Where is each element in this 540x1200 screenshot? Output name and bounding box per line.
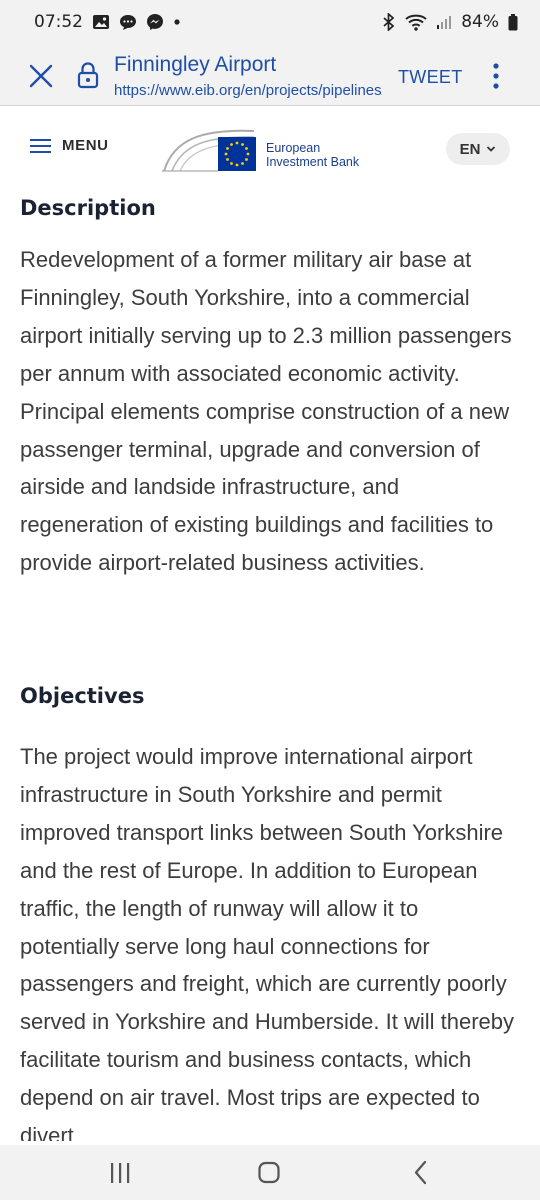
home-icon bbox=[258, 1161, 280, 1184]
language-label: EN bbox=[459, 140, 481, 158]
recent-apps-button[interactable] bbox=[100, 1157, 140, 1189]
site-header: MENU European Investment Bank EN bbox=[0, 107, 540, 187]
page-url[interactable]: https://www.eib.org/en/projects/pipeline… bbox=[114, 82, 382, 99]
logo-line-2: Investment Bank bbox=[266, 155, 360, 169]
signal-icon bbox=[436, 14, 452, 30]
logo-line-1: European bbox=[266, 141, 321, 155]
custom-tab-toolbar: Finningley Airport https://www.eib.org/e… bbox=[0, 44, 540, 106]
description-text: Redevelopment of a former military air b… bbox=[20, 247, 512, 576]
hamburger-icon bbox=[30, 138, 51, 153]
description-heading: Description bbox=[20, 196, 156, 220]
recent-apps-icon bbox=[111, 1163, 130, 1183]
objectives-text: The project would improve international … bbox=[20, 744, 515, 1141]
menu-label: MENU bbox=[62, 137, 109, 154]
navigation-bar bbox=[0, 1145, 540, 1200]
status-bar: 07:52 84% bbox=[0, 0, 540, 44]
language-selector[interactable]: EN bbox=[446, 133, 510, 165]
more-options-button[interactable] bbox=[488, 62, 504, 90]
dot-icon bbox=[173, 18, 181, 26]
close-button[interactable] bbox=[28, 63, 54, 89]
eib-logo-emblem-icon bbox=[162, 129, 256, 172]
eib-logo[interactable]: European Investment Bank bbox=[162, 125, 382, 177]
page-title: Finningley Airport bbox=[114, 53, 277, 76]
back-button[interactable] bbox=[401, 1157, 441, 1189]
lock-icon[interactable] bbox=[76, 61, 100, 89]
chevron-down-icon bbox=[487, 146, 496, 152]
gallery-icon bbox=[92, 14, 110, 30]
home-button[interactable] bbox=[249, 1157, 289, 1189]
back-icon bbox=[414, 1160, 427, 1185]
messenger-icon bbox=[146, 13, 164, 31]
wifi-icon bbox=[405, 13, 427, 31]
eib-logo-text: European Investment Bank bbox=[266, 141, 359, 169]
messages-icon bbox=[119, 14, 137, 31]
menu-button[interactable]: MENU bbox=[30, 137, 109, 154]
bluetooth-icon bbox=[382, 13, 396, 31]
status-time: 07:52 bbox=[34, 12, 83, 32]
more-vert-icon bbox=[493, 63, 499, 89]
tweet-button[interactable]: TWEET bbox=[398, 67, 463, 88]
battery-icon bbox=[508, 13, 518, 31]
status-left: 07:52 bbox=[34, 12, 181, 32]
close-icon bbox=[29, 64, 53, 88]
objectives-heading: Objectives bbox=[20, 684, 145, 708]
status-right: 84% bbox=[382, 12, 518, 32]
battery-percent: 84% bbox=[461, 12, 499, 32]
